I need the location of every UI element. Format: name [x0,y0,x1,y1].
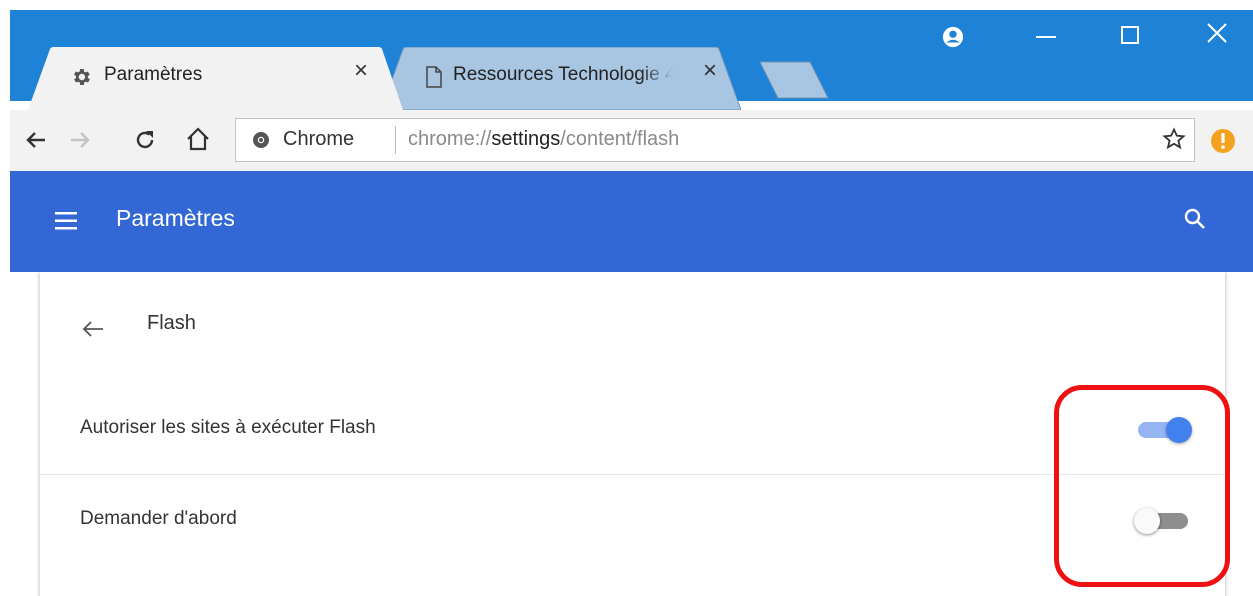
close-window-button[interactable] [1206,22,1228,49]
settings-header: Paramètres [10,171,1253,272]
tab-parametres[interactable]: Paramètres × [28,47,403,110]
warning-icon[interactable] [1210,128,1236,159]
search-icon[interactable] [1183,207,1207,236]
back-arrow-icon[interactable] [81,317,105,346]
tab-close-button[interactable]: × [354,59,368,83]
minimize-button[interactable] [1036,36,1056,38]
tab-title: Ressources Technologie 4 [453,64,673,85]
page-icon [426,66,442,93]
page-title: Flash [147,312,196,334]
reload-icon[interactable] [133,128,157,157]
url-text: chrome://settings/content/flash [408,128,680,150]
highlight-annotation [1054,385,1230,587]
flash-settings-card: Flash Autoriser les sites à exécuter Fla… [40,272,1225,596]
site-chip-label: Chrome [283,128,355,150]
setting-row-allow-flash: Autoriser les sites à exécuter Flash [40,384,1225,474]
browser-toolbar: Chrome chrome://settings/content/flash [10,110,1253,171]
maximize-button[interactable] [1121,26,1139,44]
profile-icon[interactable] [942,26,964,53]
address-bar[interactable]: Chrome chrome://settings/content/flash [235,118,1195,162]
setting-label: Autoriser les sites à exécuter Flash [80,417,376,438]
new-tab-button[interactable] [758,60,830,100]
bookmark-star-icon[interactable] [1162,127,1186,156]
setting-row-ask-first: Demander d'abord [40,474,1225,565]
home-icon[interactable] [185,126,211,157]
setting-label: Demander d'abord [80,508,237,529]
tab-close-button[interactable]: × [703,59,717,83]
hamburger-menu-icon[interactable] [55,212,77,235]
header-title: Paramètres [116,205,235,231]
chrome-logo-icon [252,131,270,154]
tab-title: Paramètres [104,64,203,85]
gear-icon [70,66,92,93]
forward-arrow-icon[interactable] [68,128,92,157]
title-bar: Paramètres × Ressources Technologie 4 × [10,10,1253,110]
back-arrow-icon[interactable] [24,128,48,157]
address-separator [395,126,396,154]
tab-ressources-technologie[interactable]: Ressources Technologie 4 × [381,47,741,110]
